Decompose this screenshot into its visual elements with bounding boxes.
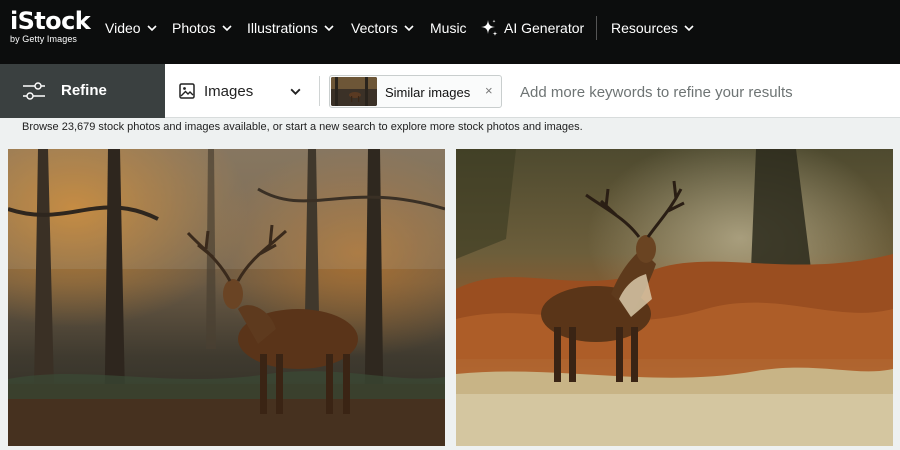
chevron-down-icon	[146, 25, 157, 32]
nav-item-label: Illustrations	[247, 20, 318, 36]
chip-label: Similar images	[385, 85, 471, 100]
nav-item-label: Resources	[611, 20, 678, 36]
search-input[interactable]	[520, 80, 890, 104]
chevron-down-icon	[404, 25, 414, 32]
nav-item-video[interactable]: Video	[105, 18, 158, 38]
sparkle-icon	[481, 19, 498, 37]
top-navigation: iStock by Getty Images Video Photos Illu…	[0, 0, 900, 64]
result-image[interactable]	[8, 149, 445, 446]
nav-divider	[596, 16, 597, 40]
nav-item-photos[interactable]: Photos	[172, 18, 233, 38]
deer-bracken-photo	[456, 149, 893, 446]
image-icon	[179, 83, 195, 99]
logo-tagline: by Getty Images	[10, 34, 78, 44]
nav-item-resources[interactable]: Resources	[611, 18, 695, 38]
chevron-down-icon	[290, 88, 301, 95]
nav-item-vectors[interactable]: Vectors	[351, 18, 415, 38]
chevron-down-icon	[684, 25, 694, 32]
sliders-icon	[23, 82, 45, 100]
nav-item-label: Video	[105, 20, 141, 36]
result-image[interactable]	[456, 149, 893, 446]
chevron-down-icon	[324, 25, 334, 32]
refine-label: Refine	[61, 82, 107, 99]
search-filter-bar: Refine Images Similar images ×	[0, 64, 900, 118]
chevron-down-icon	[222, 25, 232, 32]
media-type-dropdown[interactable]: Images	[165, 64, 317, 118]
nav-item-ai-generator[interactable]: AI Generator	[479, 18, 584, 38]
deer-forest-photo	[8, 149, 445, 446]
close-icon[interactable]: ×	[485, 83, 493, 98]
media-type-selected: Images	[204, 83, 254, 100]
refine-button[interactable]: Refine	[0, 64, 165, 118]
chip-thumbnail	[331, 77, 377, 106]
nav-item-label: Music	[430, 20, 467, 36]
istock-logo[interactable]: iStock by Getty Images	[10, 7, 91, 53]
filter-divider	[319, 76, 320, 106]
nav-item-label: Photos	[172, 20, 216, 36]
nav-item-label: AI Generator	[504, 20, 585, 36]
nav-item-music[interactable]: Music	[430, 18, 467, 38]
similar-images-chip[interactable]: Similar images ×	[329, 75, 502, 108]
results-description: Browse 23,679 stock photos and images av…	[22, 121, 583, 133]
nav-item-label: Vectors	[351, 20, 398, 36]
nav-item-illustrations[interactable]: Illustrations	[247, 18, 335, 38]
logo-wordmark: iStock	[10, 7, 91, 35]
